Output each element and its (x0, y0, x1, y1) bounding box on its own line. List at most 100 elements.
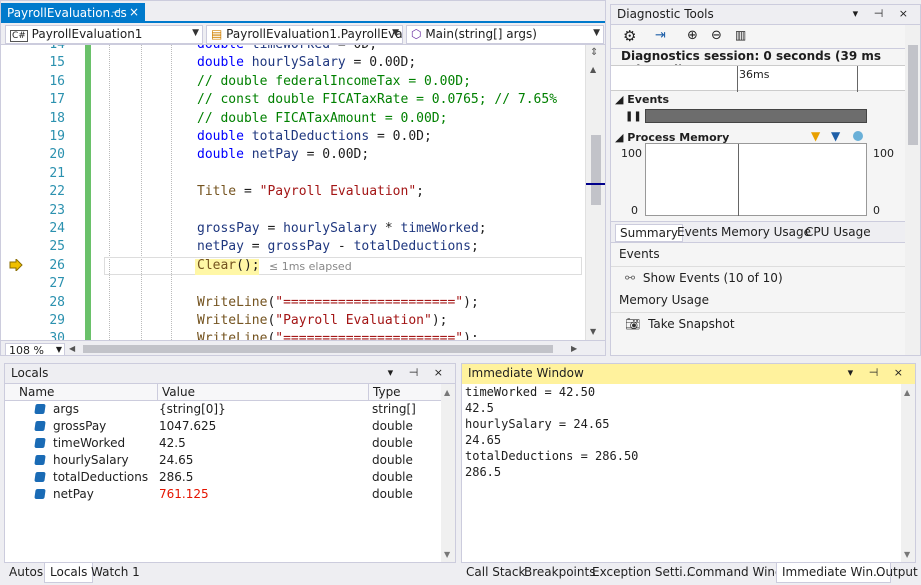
document-tab[interactable]: PayrollEvaluation.cs ⊣ × (1, 3, 145, 23)
code-line[interactable]: 25 netPay = grossPay - totalDeductions; (1, 239, 581, 257)
tab-autos[interactable]: Autos (4, 563, 48, 583)
class-dropdown[interactable]: ▤ PayrollEvaluation1.PayrollEvaluati ▼ (206, 25, 403, 44)
scroll-down-icon[interactable]: ▼ (904, 550, 910, 559)
local-type: string[] (372, 402, 416, 416)
code-line[interactable]: 18 // double FICATaxAmount = 0.00D; (1, 111, 581, 129)
table-row[interactable]: args {string[0]} string[] (5, 401, 441, 418)
local-name: totalDeductions (53, 470, 149, 484)
table-row[interactable]: timeWorked 42.5 double (5, 435, 441, 452)
tab-events[interactable]: Events (677, 225, 718, 239)
scroll-up-icon[interactable]: ▲ (444, 388, 450, 397)
scroll-down-icon[interactable]: ▼ (590, 327, 596, 336)
chevron-down-icon: ▼ (192, 28, 199, 38)
code-line[interactable]: 17 // const double FICATaxRate = 0.0765; … (1, 92, 581, 110)
scroll-up-icon[interactable]: ▲ (590, 65, 596, 74)
pin-icon[interactable]: ⊣ (111, 6, 121, 19)
panel-window-icons[interactable]: ▾ ⊣ × (848, 366, 909, 379)
horizontal-scroll-thumb[interactable] (83, 345, 553, 353)
code-line[interactable]: 21 (1, 166, 581, 184)
scroll-down-icon[interactable]: ▼ (444, 550, 450, 559)
table-row[interactable]: totalDeductions 286.5 double (5, 469, 441, 486)
code-text: WriteLine("Payroll Evaluation"); (197, 313, 448, 328)
code-line[interactable]: 20 double netPay = 0.00D; (1, 147, 581, 165)
zoom-out-icon[interactable]: ⊖ (711, 28, 722, 43)
code-line[interactable]: 14 double timeWorked = 0D; (1, 45, 581, 55)
export-icon[interactable]: ⇥ (655, 28, 666, 43)
code-area[interactable]: 14 double timeWorked = 0D; 15 double hourly… (1, 45, 581, 340)
tab-cpu-usage[interactable]: CPU Usage (805, 225, 871, 239)
column-header-value[interactable]: Value (157, 384, 195, 401)
scroll-right-icon[interactable]: ▶ (571, 344, 577, 353)
code-line[interactable]: 19 double totalDeductions = 0.0D; (1, 129, 581, 147)
code-line[interactable]: 30 WriteLine("======================"); (1, 331, 581, 340)
immediate-window-title-bar: Immediate Window ▾ ⊣ × (462, 364, 915, 384)
tab-summary[interactable]: Summary (615, 224, 683, 242)
process-memory-track: ◢ Process Memory ▼ ▼ 100 100 0 0 (611, 129, 920, 221)
scroll-left-icon[interactable]: ◀ (69, 344, 75, 353)
scroll-up-icon[interactable]: ▲ (904, 388, 910, 397)
line-number: 15 (49, 55, 65, 71)
local-value[interactable]: 1047.625 (159, 419, 216, 433)
local-value[interactable]: 42.5 (159, 436, 186, 450)
scroll-thumb[interactable] (908, 45, 918, 145)
immediate-window-panel[interactable]: Immediate Window ▾ ⊣ × timeWorked = 42.5… (461, 363, 916, 563)
code-line[interactable]: 24 grossPay = hourlySalary * timeWorked; (1, 221, 581, 239)
tab-memory-usage[interactable]: Memory Usage (721, 225, 811, 239)
timeline-ruler[interactable]: 36ms (611, 65, 920, 92)
locals-vertical-scrollbar[interactable]: ▲ ▼ (441, 384, 455, 562)
table-row[interactable]: hourlySalary 24.65 double (5, 452, 441, 469)
code-line[interactable]: 16 // double federalIncomeTax = 0.00D; (1, 74, 581, 92)
immediate-vertical-scrollbar[interactable]: ▲ ▼ (901, 384, 915, 562)
code-line[interactable]: 27 (1, 276, 581, 294)
class-icon: ▤ (211, 27, 223, 41)
scroll-thumb[interactable] (591, 135, 601, 205)
project-dropdown[interactable]: C# PayrollEvaluation1 ▼ (5, 25, 203, 44)
code-line[interactable]: 15 double hourlySalary = 0.00D; (1, 55, 581, 73)
panel-title: Immediate Window (468, 366, 584, 380)
reset-zoom-icon[interactable]: ▥ (735, 28, 746, 42)
panel-title: Diagnostic Tools (617, 7, 714, 21)
ruler-tick (737, 66, 738, 92)
memory-graph[interactable] (645, 143, 867, 216)
column-header-type[interactable]: Type (368, 384, 401, 401)
code-text: Clear(); (195, 257, 260, 275)
local-type: double (372, 419, 413, 433)
events-timeline-bar[interactable] (645, 109, 867, 123)
local-value[interactable]: 24.65 (159, 453, 193, 467)
pause-icon[interactable]: ❚❚ (625, 111, 642, 122)
settings-gear-icon[interactable]: ⚙ (623, 27, 636, 45)
tab-watch-1[interactable]: Watch 1 (86, 563, 145, 583)
events-section-header: Events (611, 245, 906, 267)
column-header-name[interactable]: Name (19, 385, 54, 399)
code-text: netPay = grossPay - totalDeductions; (197, 239, 479, 255)
code-line[interactable]: 29 WriteLine("Payroll Evaluation"); (1, 313, 581, 331)
local-value[interactable]: 286.5 (159, 470, 193, 484)
csharp-icon: C# (10, 30, 28, 42)
diagnostic-vertical-scrollbar[interactable] (905, 25, 920, 355)
vertical-scrollbar[interactable]: ⇕ ▲ ▼ (585, 45, 605, 342)
local-value[interactable]: {string[0]} (159, 402, 226, 416)
member-dropdown[interactable]: ⬡ Main(string[] args) ▼ (406, 25, 604, 44)
chevron-down-icon: ▼ (392, 28, 399, 38)
line-number: 19 (49, 129, 65, 144)
document-tab-strip: PayrollEvaluation.cs ⊣ × (1, 1, 605, 23)
tab-output[interactable]: Output (871, 563, 921, 583)
table-row[interactable]: netPay 761.125 double (5, 486, 441, 503)
take-snapshot-button[interactable]: 📷︎ Take Snapshot (625, 317, 735, 331)
panel-window-icons[interactable]: ▾ ⊣ × (853, 7, 914, 20)
panel-window-icons[interactable]: ▾ ⊣ × (388, 366, 449, 379)
zoom-in-icon[interactable]: ⊕ (687, 28, 698, 43)
immediate-output[interactable]: timeWorked = 42.50 42.5 hourlySalary = 24.… (462, 384, 915, 562)
table-row[interactable]: grossPay 1047.625 double (5, 418, 441, 435)
code-line[interactable]: 28 WriteLine("======================"); (1, 295, 581, 313)
local-value[interactable]: 761.125 (159, 487, 209, 501)
code-line[interactable]: 23 (1, 203, 581, 221)
current-statement-arrow-icon (9, 257, 23, 273)
code-editor[interactable]: PayrollEvaluation.cs ⊣ × C# PayrollEvalu… (0, 0, 606, 356)
snapshot-marker-icon: ▼ (811, 129, 821, 143)
code-line[interactable]: 22 Title = "Payroll Evaluation"; (1, 184, 581, 202)
close-icon[interactable]: × (129, 5, 139, 19)
zoom-dropdown[interactable]: 108 % ▼ (5, 343, 65, 355)
show-events-link[interactable]: ⚯ Show Events (10 of 10) (625, 271, 783, 285)
split-icon[interactable]: ⇕ (590, 47, 598, 58)
